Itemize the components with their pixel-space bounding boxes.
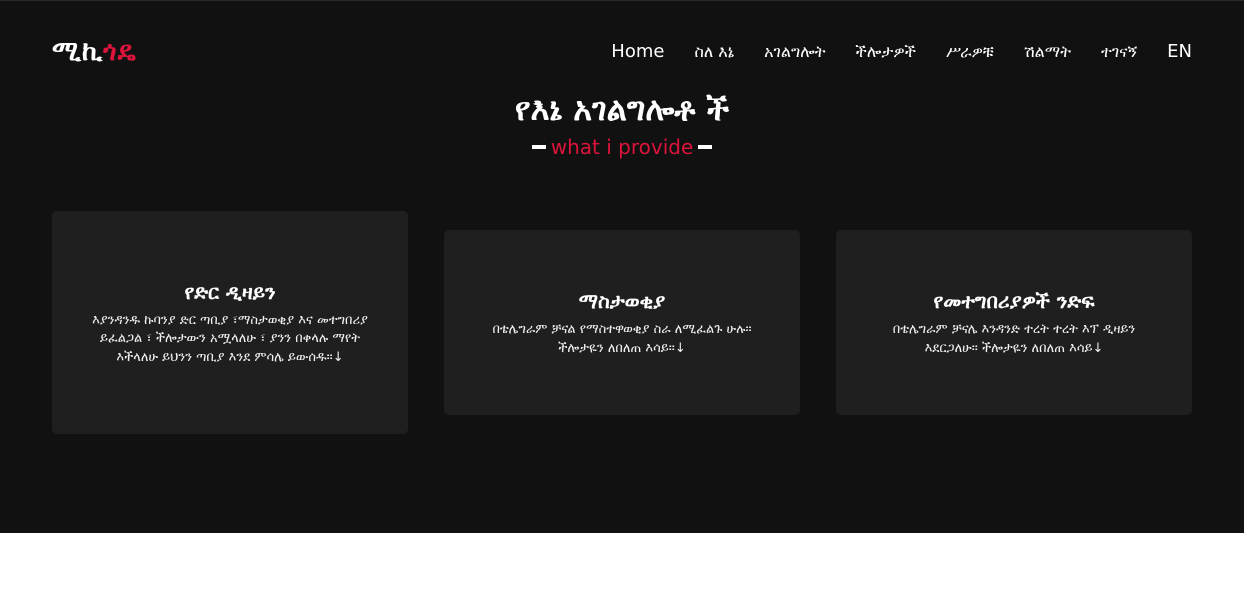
nav-item-home[interactable]: Home <box>611 41 664 63</box>
section-title: የእኔ አገልግሎቶ ች <box>514 90 730 128</box>
nav-item-services[interactable]: አገልግሎት <box>764 41 825 63</box>
next-section <box>0 533 1244 611</box>
main-nav: Home ስለ እኔ አገልግሎት ችሎታዎች ሥራዎቹ ሽልማት ተገናኝ E… <box>611 41 1192 63</box>
subtitle-left-dash <box>531 145 546 149</box>
service-card-title: ማስታወቂያ <box>578 289 666 313</box>
service-card-text: እያንዳንዱ ኩባንያ ድር ጣቢያ ፣ማስታወቂያ እና መተግበሪያ ይፈል… <box>92 312 368 365</box>
section-subtitle: what i provide <box>550 135 694 159</box>
language-toggle[interactable]: EN <box>1167 41 1192 63</box>
service-card-advertising[interactable]: ማስታወቂያ በቴሌግራም ቻናል የማስተዋወቂያ ስራ ለሚፈልጉ ሁሉ። … <box>444 230 800 415</box>
service-card-title: የመተግበሪያዎች ንድፍ <box>933 289 1095 313</box>
section-subtitle-row: what i provide <box>0 135 1244 159</box>
nav-item-contact[interactable]: ተገናኝ <box>1101 41 1137 63</box>
logo-accent-text: ጎዴ <box>103 36 137 67</box>
logo-main-text: ሚኪ <box>52 36 104 67</box>
page: ሚኪጎዴ Home ስለ እኔ አገልግሎት ችሎታዎች ሥራዎቹ ሽልማት ተ… <box>0 0 1244 611</box>
service-card-app-design[interactable]: የመተግበሪያዎች ንድፍ በቴሌግራም ቻናሌ እንዳንድ ተረት ተረት እ… <box>836 230 1192 415</box>
service-card-text: በቴሌግራም ቻናሌ እንዳንድ ተረት ተረት እፕ ዲዛይን እደርጋለሁ።… <box>892 322 1136 356</box>
nav-item-works[interactable]: ሥራዎቹ <box>946 41 994 63</box>
nav-item-awards[interactable]: ሽልማት <box>1024 41 1071 63</box>
services-section: ሚኪጎዴ Home ስለ እኔ አገልግሎት ችሎታዎች ሥራዎቹ ሽልማት ተ… <box>0 0 1244 533</box>
service-card-text: በቴሌግራም ቻናል የማስተዋወቂያ ስራ ለሚፈልጉ ሁሉ። ችሎታዬን ለ… <box>492 322 752 356</box>
service-card-web-design[interactable]: የድር ዲዛይን እያንዳንዱ ኩባንያ ድር ጣቢያ ፣ማስታወቂያ እና መ… <box>52 211 408 434</box>
subtitle-right-dash <box>698 145 713 149</box>
site-logo[interactable]: ሚኪጎዴ <box>52 34 137 70</box>
service-card-title: የድር ዲዛይን <box>184 279 276 304</box>
nav-item-about[interactable]: ስለ እኔ <box>694 41 734 63</box>
nav-item-skills[interactable]: ችሎታዎች <box>856 41 916 63</box>
